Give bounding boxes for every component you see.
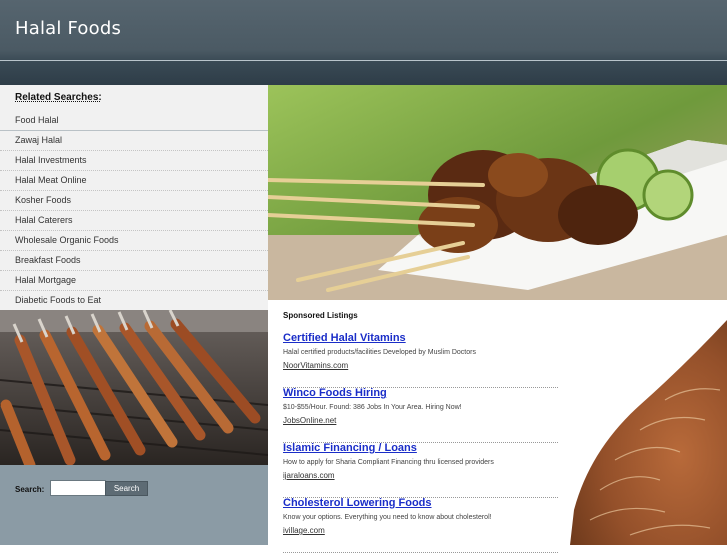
listing-description: $10-$55/Hour. Found: 386 Jobs In Your Ar… [283,404,462,411]
sponsored-listing: Certified Halal Vitamins Halal certified… [283,332,558,388]
listing-title-link[interactable]: Winco Foods Hiring [283,387,387,399]
related-link-zawaj-halal[interactable]: Zawaj Halal [0,131,268,151]
satay-photo [268,85,727,300]
listing-description: How to apply for Sharia Compliant Financ… [283,459,494,466]
left-column: Related Searches: Food Halal Zawaj Halal… [0,85,268,545]
listing-title-link[interactable]: Islamic Financing / Loans [283,442,417,454]
search-input[interactable] [50,480,106,496]
sponsored-listing: Winco Foods Hiring $10-$55/Hour. Found: … [283,387,558,443]
related-link-wholesale-organic-foods[interactable]: Wholesale Organic Foods [0,231,268,251]
related-link-halal-caterers[interactable]: Halal Caterers [0,211,268,231]
sponsored-listing: Islamic Financing / Loans How to apply f… [283,442,558,498]
sponsored-listings: Sponsored Listings Certified Halal Vitam… [268,300,568,553]
listing-url-link[interactable]: ivillage.com [283,526,325,535]
listing-description: Know your options. Everything you need t… [283,514,492,521]
related-link-diabetic-foods[interactable]: Diabetic Foods to Eat [0,291,268,311]
satay-illustration [268,85,727,300]
related-link-halal-meat-online[interactable]: Halal Meat Online [0,171,268,191]
search-button[interactable]: Search [105,481,148,496]
related-link-kosher-foods[interactable]: Kosher Foods [0,191,268,211]
grill-kebab-photo [0,310,268,465]
search-label: Search: [15,485,45,494]
search-area: Search: Search [0,465,268,545]
site-title[interactable]: Halal Foods [15,18,121,39]
chicken-illustration [570,320,727,545]
chicken-photo [570,320,727,545]
related-searches-list: Food Halal Zawaj Halal Halal Investments… [0,111,268,311]
related-searches-title: Related Searches: [15,92,102,103]
related-link-halal-investments[interactable]: Halal Investments [0,151,268,171]
header-divider [0,60,727,61]
related-link-halal-mortgage[interactable]: Halal Mortgage [0,271,268,291]
listing-title-link[interactable]: Cholesterol Lowering Foods [283,497,432,509]
sponsored-listings-title: Sponsored Listings [283,311,358,320]
listing-url-link[interactable]: NoorVitamins.com [283,361,348,370]
listing-url-link[interactable]: ijaraloans.com [283,471,335,480]
grill-kebab-illustration [0,310,268,465]
listing-url-link[interactable]: JobsOnline.net [283,416,336,425]
related-link-breakfast-foods[interactable]: Breakfast Foods [0,251,268,271]
related-searches-panel: Related Searches: Food Halal Zawaj Halal… [0,85,268,311]
site-header: Halal Foods [0,0,727,85]
listing-description: Halal certified products/facilities Deve… [283,349,476,356]
listing-title-link[interactable]: Certified Halal Vitamins [283,332,406,344]
related-link-food-halal[interactable]: Food Halal [0,111,268,131]
